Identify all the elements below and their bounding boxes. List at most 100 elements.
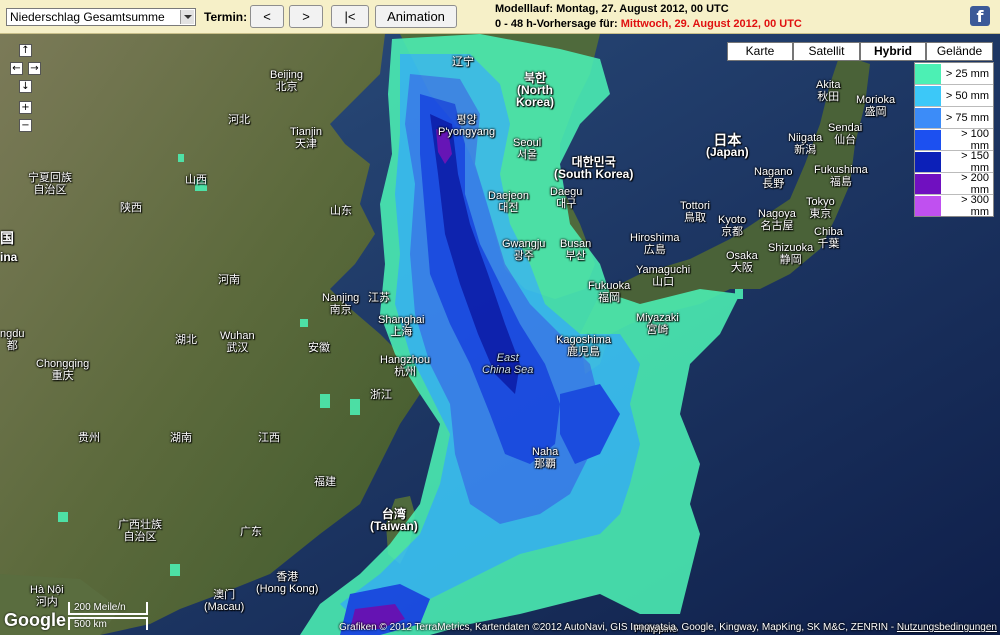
first-button[interactable]: |<	[331, 5, 369, 28]
map-view[interactable]: ↑ ← → ↓ + − Karte Satellit Hybrid Geländ…	[0, 34, 1000, 635]
region-label: 广西壮族 自治区	[118, 519, 162, 543]
pan-right-button[interactable]: →	[28, 62, 41, 75]
model-run-label: Modelllauf: Montag, 27. August 2012, 00 …	[495, 3, 729, 15]
region-label: 河北	[228, 114, 250, 126]
legend-label: > 100 mm	[961, 127, 989, 152]
pan-left-button[interactable]: ←	[10, 62, 23, 75]
city-label: Shanghai 上海	[378, 314, 425, 338]
region-label: 山东	[330, 205, 352, 217]
forecast-date: Mittwoch, 29. August 2012, 00 UTC	[620, 18, 802, 30]
city-label: Naha 那覇	[532, 446, 559, 470]
precipitation-legend: > 25 mm > 50 mm > 75 mm > 100 mm > 150 m…	[914, 62, 994, 218]
product-select-value: Niederschlag Gesamtsumme	[10, 10, 165, 24]
city-label: Nagoya 名古屋	[758, 208, 796, 232]
chevron-down-icon[interactable]	[180, 10, 194, 24]
legend-row: > 200 mm	[915, 171, 993, 196]
terms-link[interactable]: Nutzungsbedingungen	[897, 622, 997, 633]
prev-button[interactable]: <	[250, 5, 284, 28]
legend-row: > 100 mm	[915, 127, 993, 152]
country-label: ina	[0, 250, 18, 264]
region-label: 福建	[314, 476, 336, 488]
map-type-gelaende[interactable]: Gelände	[926, 42, 993, 61]
region-label: 浙江	[370, 389, 392, 401]
city-label: Chongqing 重庆	[36, 358, 90, 382]
region-label: 湖南	[170, 432, 192, 444]
region-label: 广东	[240, 526, 262, 538]
city-label: Wuhan 武汉	[220, 330, 255, 354]
city-label: Niigata 新潟	[788, 132, 823, 156]
legend-row: > 75 mm	[915, 107, 993, 129]
city-label: Kyoto 京都	[718, 214, 747, 238]
city-label: Kagoshima 鹿児島	[556, 334, 612, 358]
city-label: Osaka 大阪	[726, 250, 758, 274]
city-label: Seoul 서울	[513, 137, 542, 161]
map-type-hybrid[interactable]: Hybrid	[860, 42, 926, 61]
legend-row: > 25 mm	[915, 63, 993, 85]
city-label: Hangzhou 杭州	[380, 354, 431, 378]
region-label: 辽宁	[452, 56, 474, 68]
scale-miles: 200 Meile/n	[74, 602, 126, 613]
google-logo[interactable]: Google	[4, 610, 66, 631]
region-label: 安徽	[308, 342, 330, 354]
city-label: ngdu 都	[0, 328, 25, 352]
city-label: 香港 (Hong Kong)	[256, 571, 319, 595]
city-label: Hiroshima 広島	[630, 232, 680, 256]
city-label: Miyazaki 宮崎	[636, 312, 679, 336]
city-label: Nagano 長野	[754, 166, 793, 190]
facebook-icon[interactable]: f	[970, 6, 990, 26]
city-label: Hà Nội 河内	[30, 584, 64, 608]
region-label: 河南	[218, 274, 240, 286]
zoom-in-button[interactable]: +	[19, 101, 32, 114]
forecast-prefix: 0 - 48 h-Vorhersage für:	[495, 18, 618, 30]
pan-down-button[interactable]: ↓	[19, 80, 32, 93]
legend-row: > 150 mm	[915, 149, 993, 174]
legend-swatch	[915, 63, 941, 84]
city-label: Daegu 대구	[550, 186, 583, 210]
country-label: 国	[0, 230, 14, 246]
city-label: Tottori 鳥取	[680, 200, 710, 224]
legend-label: > 300 mm	[961, 193, 989, 218]
legend-row: > 50 mm	[915, 85, 993, 107]
top-toolbar: Niederschlag Gesamtsumme Termin: < > |< …	[0, 0, 1000, 34]
city-label: Fukuoka 福岡	[588, 280, 631, 304]
region-label: 宁夏回族 自治区	[28, 172, 72, 196]
scale-km: 500 km	[74, 619, 107, 630]
city-label: Daejeon 대전	[488, 190, 529, 214]
country-label: 대한민국 (South Korea)	[554, 155, 634, 181]
sea-label: East China Sea	[482, 352, 534, 376]
legend-swatch	[915, 107, 941, 128]
map-scale: 200 Meile/n 500 km	[68, 602, 153, 632]
country-label: 북한 (North Korea)	[516, 71, 555, 109]
legend-row: > 300 mm	[915, 193, 993, 218]
region-label: 江西	[258, 432, 280, 444]
legend-swatch	[915, 151, 941, 172]
map-type-karte[interactable]: Karte	[727, 42, 793, 61]
pan-up-button[interactable]: ↑	[19, 44, 32, 57]
animation-button[interactable]: Animation	[375, 5, 457, 28]
city-label: Sendai 仙台	[828, 122, 863, 146]
country-label: 日本 (Japan)	[706, 132, 749, 159]
zoom-out-button[interactable]: −	[19, 119, 32, 132]
copyright-text: Grafiken © 2012 TerraMetrics, Kartendate…	[338, 622, 895, 633]
city-label: Beijing 北京	[270, 69, 304, 93]
city-label: Akita 秋田	[816, 79, 841, 103]
legend-label: > 150 mm	[961, 149, 989, 174]
city-label: Tianjin 天津	[290, 126, 322, 150]
next-button[interactable]: >	[289, 5, 323, 28]
city-label: Gwangju 광주	[502, 238, 546, 262]
map-type-satellit[interactable]: Satellit	[793, 42, 860, 61]
country-label: 台湾 (Taiwan)	[370, 507, 418, 533]
city-label: Nanjing 南京	[322, 292, 360, 316]
city-label: 澳门 (Macau)	[204, 589, 245, 613]
termin-label: Termin:	[204, 10, 248, 24]
city-label: Tokyo 東京	[806, 196, 835, 220]
forecast-label: 0 - 48 h-Vorhersage für: Mittwoch, 29. A…	[495, 18, 802, 30]
city-label: Yamaguchi 山口	[636, 264, 691, 288]
map-copyright: Grafiken © 2012 TerraMetrics, Kartendate…	[339, 622, 997, 633]
product-select[interactable]: Niederschlag Gesamtsumme	[6, 8, 196, 26]
legend-label: > 200 mm	[961, 171, 989, 196]
legend-swatch	[915, 85, 941, 106]
city-label: 평양 P'yongyang	[438, 114, 496, 138]
region-label: 江苏	[368, 292, 390, 304]
city-label: Shizuoka 静岡	[768, 242, 814, 266]
